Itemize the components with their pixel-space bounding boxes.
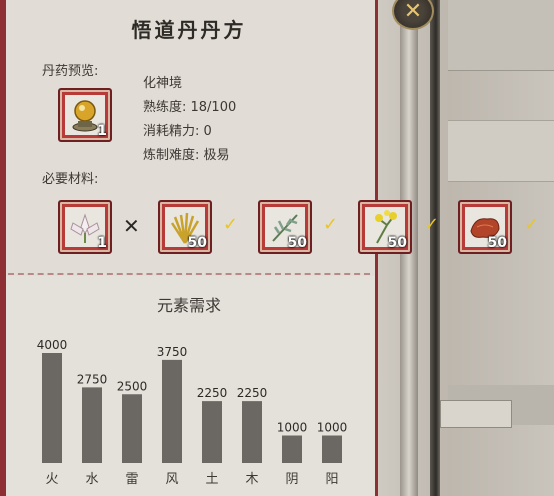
material-slot[interactable]: 50 (458, 200, 512, 254)
category-label: 阴 (285, 472, 298, 487)
cross-icon: ✕ (123, 214, 140, 238)
chart-bar (282, 435, 302, 463)
material-count: 50 (387, 235, 407, 251)
close-icon: ✕ (403, 0, 423, 24)
product-slot[interactable]: 1 (58, 88, 112, 142)
bar-value-label: 2250 (237, 386, 268, 400)
section-divider (8, 273, 370, 275)
bar-value-label: 2250 (197, 386, 228, 400)
category-label: 阳 (325, 472, 338, 487)
bar-value-label: 1000 (277, 421, 308, 435)
category-label: 木 (245, 472, 258, 487)
category-label: 水 (85, 472, 98, 487)
material-count: 50 (287, 235, 307, 251)
bar-value-label: 2500 (117, 379, 148, 393)
category-label: 火 (45, 472, 58, 487)
material-count: 1 (97, 235, 107, 251)
material-count: 50 (487, 235, 507, 251)
element-chart: 4000 火 2750 水 2500 雷 3750 风 2250 土 2250 木 1000 阴 1000 阳 (37, 338, 348, 487)
bar-value-label: 4000 (37, 338, 68, 352)
chart-bar (162, 359, 182, 463)
energy-cost-text: 消耗精力: 0 (143, 124, 212, 139)
background-pole (430, 0, 440, 496)
product-count: 1 (97, 123, 107, 139)
preview-label: 丹药预览: (42, 64, 99, 79)
material-slot[interactable]: 50 (258, 200, 312, 254)
category-label: 雷 (125, 472, 138, 487)
bar-value-label: 1000 (317, 421, 348, 435)
chart-title: 元素需求 (156, 296, 221, 315)
background-panel (448, 120, 554, 182)
category-label: 土 (205, 472, 218, 487)
check-icon: ✓ (524, 214, 540, 235)
category-label: 风 (165, 472, 178, 487)
check-icon: ✓ (424, 214, 440, 235)
materials-label: 必要材料: (42, 172, 99, 187)
chart-bar (82, 387, 102, 463)
difficulty-text: 炼制难度: 极易 (143, 148, 230, 163)
chart-bar (242, 401, 262, 463)
material-count: 50 (187, 235, 207, 251)
chart-bar (42, 353, 62, 463)
chart-bar (122, 394, 142, 463)
material-slot[interactable]: 50 (358, 200, 412, 254)
background-panel (448, 0, 554, 71)
chart-bar (322, 435, 342, 463)
chart-bar (202, 401, 222, 463)
check-icon: ✓ (323, 214, 339, 235)
recipe-title: 悟道丹丹方 (131, 18, 247, 42)
background-panel (440, 400, 512, 428)
bar-value-label: 2750 (77, 372, 108, 386)
material-slot[interactable]: 50 (158, 200, 212, 254)
material-slot[interactable]: 1 (58, 200, 112, 254)
proficiency-text: 熟练度: 18/100 (143, 100, 237, 115)
check-icon: ✓ (223, 214, 239, 235)
realm-text: 化神境 (143, 76, 183, 91)
bar-value-label: 3750 (157, 345, 188, 359)
